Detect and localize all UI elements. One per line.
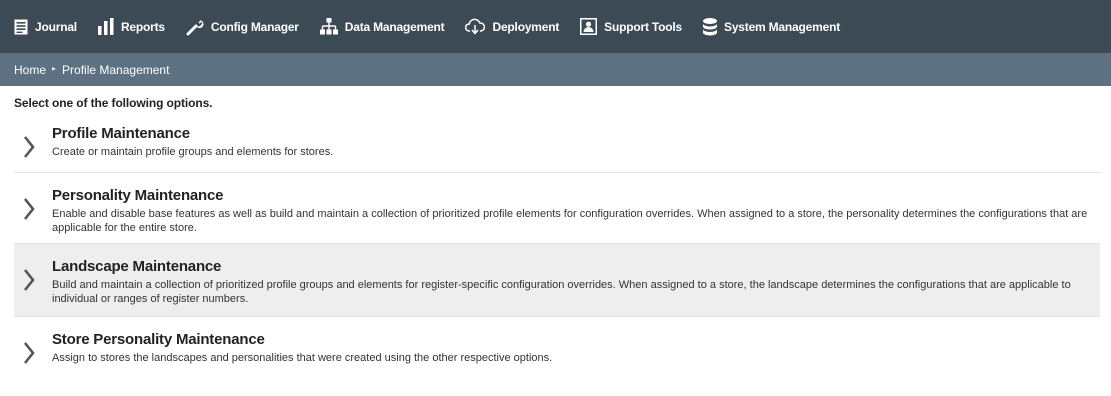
chevron-right-icon	[22, 125, 52, 164]
support-user-icon	[580, 18, 598, 35]
option-title: Store Personality Maintenance	[52, 331, 265, 348]
option-description: Enable and disable base features as well…	[52, 208, 1088, 234]
hierarchy-icon	[319, 18, 338, 35]
option-description: Build and maintain a collection of prior…	[52, 279, 1071, 305]
option-description: Assign to stores the landscapes and pers…	[52, 352, 553, 364]
chevron-right-icon	[22, 258, 52, 306]
chevron-right-icon	[22, 331, 52, 370]
database-icon	[703, 17, 718, 35]
nav-data-management[interactable]: Data Management	[319, 0, 445, 53]
option-title: Landscape Maintenance	[52, 258, 222, 275]
main-content: Select one of the following options. Pro…	[0, 86, 1111, 378]
bar-chart-icon	[97, 18, 114, 35]
option-landscape-maintenance[interactable]: Landscape Maintenance Build and maintain…	[14, 244, 1100, 317]
nav-deployment-label: Deployment	[492, 19, 560, 34]
nav-support-tools-label: Support Tools	[604, 19, 683, 34]
nav-system-management-label: System Management	[724, 19, 840, 34]
cloud-download-icon	[465, 18, 486, 35]
breadcrumb-home-link[interactable]: Home	[14, 63, 46, 77]
nav-journal[interactable]: Journal	[14, 0, 77, 53]
options-list: Profile Maintenance Create or maintain p…	[14, 122, 1100, 378]
page-instruction: Select one of the following options.	[14, 96, 213, 110]
option-store-personality-maintenance[interactable]: Store Personality Maintenance Assign to …	[14, 317, 1100, 378]
breadcrumb: Home ▸ Profile Management	[0, 53, 1111, 86]
nav-data-management-label: Data Management	[344, 19, 445, 34]
top-navigation-bar: Journal Reports Config Manager Data Mana…	[0, 0, 1111, 53]
option-description: Create or maintain profile groups and el…	[52, 146, 334, 158]
nav-support-tools[interactable]: Support Tools	[580, 0, 682, 53]
breadcrumb-separator-icon: ▸	[52, 64, 57, 73]
chevron-right-icon	[22, 187, 52, 235]
nav-journal-label: Journal	[35, 19, 77, 34]
nav-deployment[interactable]: Deployment	[465, 0, 559, 53]
breadcrumb-current: Profile Management	[62, 62, 170, 77]
nav-reports-label: Reports	[120, 19, 165, 34]
wrench-icon	[186, 19, 204, 35]
option-profile-maintenance[interactable]: Profile Maintenance Create or maintain p…	[14, 122, 1100, 173]
nav-config-manager-label: Config Manager	[210, 19, 299, 34]
option-title: Profile Maintenance	[52, 125, 190, 142]
journal-icon	[14, 19, 28, 34]
option-personality-maintenance[interactable]: Personality Maintenance Enable and disab…	[14, 173, 1100, 244]
nav-system-management[interactable]: System Management	[703, 0, 840, 53]
nav-reports[interactable]: Reports	[97, 0, 165, 53]
nav-config-manager[interactable]: Config Manager	[186, 0, 299, 53]
option-title: Personality Maintenance	[52, 187, 224, 204]
